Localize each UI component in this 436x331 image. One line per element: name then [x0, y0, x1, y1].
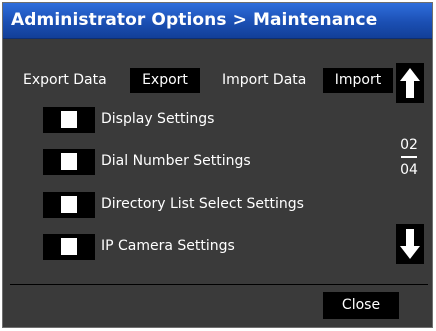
export-data-label: Export Data: [23, 72, 107, 88]
page-separator: [401, 156, 417, 158]
import-button[interactable]: Import: [323, 68, 393, 93]
display-settings-checkbox[interactable]: [61, 111, 77, 128]
close-button[interactable]: Close: [323, 292, 399, 319]
dial-number-settings-checkbox[interactable]: [61, 153, 77, 170]
settings-item-ip-camera[interactable]: IP Camera Settings: [3, 234, 363, 264]
ip-camera-settings-checkbox[interactable]: [61, 238, 77, 255]
scroll-down-button[interactable]: [396, 224, 424, 264]
settings-item-dial-number[interactable]: Dial Number Settings: [3, 149, 363, 179]
settings-item-display[interactable]: Display Settings: [3, 107, 363, 137]
total-pages: 04: [400, 162, 418, 178]
directory-list-settings-label: Directory List Select Settings: [101, 196, 304, 212]
ip-camera-settings-label: IP Camera Settings: [101, 238, 235, 254]
import-data-label: Import Data: [222, 72, 307, 88]
maintenance-window: Administrator Options > Maintenance Expo…: [2, 2, 433, 328]
page-indicator: 02 04: [391, 137, 427, 178]
arrow-up-icon: [400, 68, 420, 98]
directory-list-settings-checkbox[interactable]: [61, 196, 77, 213]
content-area: Export Data Export Import Data Import Di…: [3, 39, 432, 327]
title-bar: Administrator Options > Maintenance: [3, 3, 432, 39]
window-title: Administrator Options > Maintenance: [11, 10, 378, 30]
current-page: 02: [400, 137, 418, 153]
footer-divider: [10, 284, 428, 285]
scroll-up-button[interactable]: [396, 63, 424, 103]
display-settings-label: Display Settings: [101, 111, 215, 127]
arrow-down-icon: [400, 229, 420, 259]
dial-number-settings-label: Dial Number Settings: [101, 153, 251, 169]
export-button[interactable]: Export: [130, 68, 200, 93]
settings-item-directory-list[interactable]: Directory List Select Settings: [3, 192, 363, 222]
